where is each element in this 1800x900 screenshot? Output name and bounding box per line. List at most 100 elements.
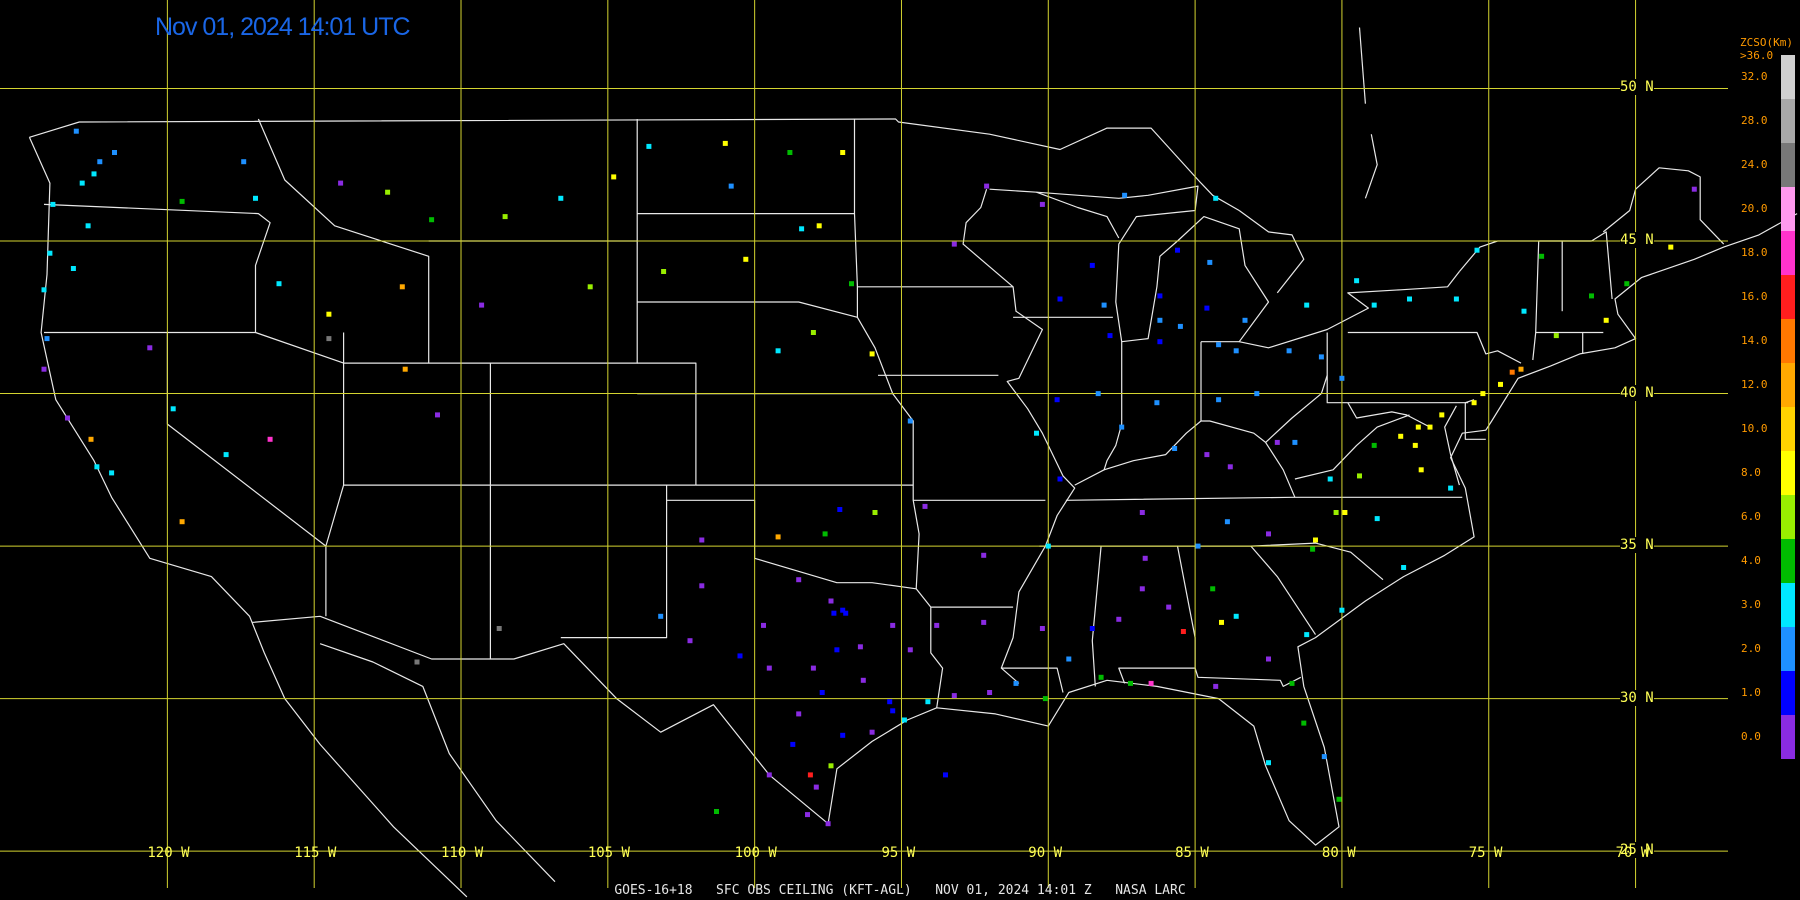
station-marker bbox=[1321, 754, 1327, 760]
station-marker bbox=[1233, 613, 1239, 619]
station-marker bbox=[1039, 626, 1045, 631]
longitude-label: 120 W bbox=[147, 845, 190, 861]
observation-timestamp: Nov 01, 2024 14:01 UTC bbox=[155, 13, 411, 41]
station-marker bbox=[981, 619, 987, 625]
station-marker bbox=[1354, 278, 1360, 284]
station-marker bbox=[1054, 397, 1060, 403]
legend-swatch bbox=[1781, 275, 1795, 319]
station-marker bbox=[1204, 305, 1210, 311]
station-marker bbox=[1157, 317, 1163, 323]
station-marker bbox=[1177, 323, 1183, 329]
station-marker bbox=[1339, 607, 1345, 613]
legend-label: 0.0 bbox=[1741, 730, 1761, 743]
station-marker bbox=[1098, 674, 1104, 680]
station-marker bbox=[70, 266, 76, 271]
station-marker bbox=[1589, 293, 1594, 299]
station-marker bbox=[714, 809, 719, 814]
station-marker bbox=[587, 284, 593, 290]
station-marker bbox=[825, 821, 831, 827]
product-caption: GOES-16+18 SFC OBS CEILING (KFT-AGL) NOV… bbox=[614, 883, 1186, 898]
station-marker bbox=[807, 772, 813, 778]
station-marker bbox=[1286, 348, 1292, 354]
longitude-label: 80 W bbox=[1321, 845, 1356, 861]
station-marker bbox=[1057, 476, 1063, 482]
station-marker bbox=[1157, 339, 1163, 345]
station-marker bbox=[1603, 317, 1609, 323]
station-marker bbox=[1042, 696, 1048, 702]
station-marker bbox=[1691, 186, 1697, 192]
station-marker bbox=[872, 510, 878, 515]
station-marker bbox=[981, 552, 987, 558]
station-marker bbox=[761, 622, 766, 628]
station-marker bbox=[1480, 391, 1486, 397]
station-marker bbox=[805, 812, 810, 818]
station-marker bbox=[840, 150, 846, 155]
latitude-label: 40 N bbox=[1620, 384, 1654, 401]
station-marker bbox=[1539, 253, 1545, 259]
station-marker bbox=[907, 647, 913, 653]
station-marker bbox=[699, 537, 705, 543]
station-marker bbox=[1116, 616, 1122, 622]
legend-swatch bbox=[1781, 671, 1795, 715]
station-marker bbox=[722, 140, 728, 146]
station-marker bbox=[796, 577, 802, 583]
station-marker bbox=[1172, 446, 1178, 451]
legend-label: 28.0 bbox=[1741, 114, 1768, 127]
station-marker bbox=[253, 195, 258, 201]
legend-swatch bbox=[1781, 231, 1795, 275]
station-marker bbox=[1095, 391, 1101, 397]
legend-top-label: >36.0 bbox=[1740, 49, 1774, 62]
station-marker bbox=[943, 772, 948, 778]
station-marker bbox=[1371, 302, 1377, 308]
station-marker bbox=[496, 626, 502, 631]
station-marker bbox=[1401, 565, 1407, 570]
station-marker bbox=[1157, 293, 1163, 299]
station-marker bbox=[1336, 796, 1342, 802]
station-marker bbox=[109, 470, 115, 476]
station-marker bbox=[984, 183, 990, 189]
station-marker bbox=[951, 241, 957, 247]
legend-swatch bbox=[1781, 55, 1795, 99]
latitude-label: 45 N bbox=[1620, 232, 1654, 249]
longitude-label: 110 W bbox=[441, 845, 484, 861]
map-background bbox=[0, 0, 1800, 900]
station-marker bbox=[97, 159, 103, 165]
legend-label: 1.0 bbox=[1741, 686, 1761, 699]
station-marker bbox=[112, 150, 117, 155]
station-marker bbox=[1122, 192, 1128, 198]
station-marker bbox=[147, 345, 153, 351]
station-marker bbox=[1089, 626, 1095, 631]
station-marker bbox=[1292, 439, 1298, 445]
station-marker bbox=[1439, 412, 1445, 418]
station-marker bbox=[831, 610, 837, 616]
station-marker bbox=[857, 644, 863, 650]
longitude-label: 90 W bbox=[1028, 845, 1062, 861]
station-marker bbox=[402, 366, 408, 372]
station-marker bbox=[1498, 381, 1503, 387]
legend-swatch bbox=[1781, 187, 1795, 231]
station-marker bbox=[1327, 476, 1333, 482]
station-marker bbox=[1266, 760, 1271, 766]
station-marker bbox=[828, 598, 834, 604]
station-marker bbox=[50, 201, 56, 207]
station-marker bbox=[1034, 430, 1039, 436]
station-marker bbox=[799, 226, 805, 232]
station-marker bbox=[1107, 333, 1113, 339]
station-marker bbox=[73, 128, 79, 134]
station-marker bbox=[1213, 195, 1219, 201]
station-marker bbox=[1304, 302, 1310, 308]
longitude-label: 75 W bbox=[1468, 845, 1503, 861]
station-marker bbox=[85, 223, 91, 229]
legend-swatch bbox=[1781, 495, 1795, 539]
station-marker bbox=[1357, 473, 1362, 479]
station-marker bbox=[1039, 201, 1045, 207]
station-marker bbox=[1139, 510, 1145, 515]
station-marker bbox=[1418, 467, 1424, 473]
station-marker bbox=[1216, 342, 1222, 348]
station-marker bbox=[1668, 244, 1674, 250]
longitude-label: 105 W bbox=[587, 845, 630, 861]
station-marker bbox=[276, 281, 282, 287]
station-marker bbox=[1227, 464, 1233, 470]
station-marker bbox=[1412, 442, 1418, 448]
station-marker bbox=[65, 415, 70, 421]
